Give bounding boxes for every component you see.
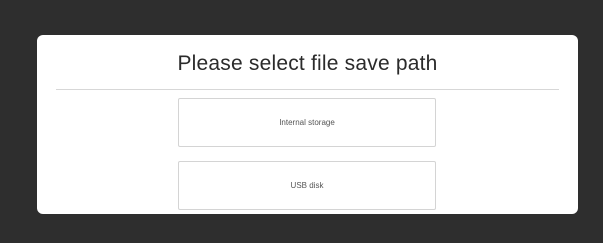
usb-disk-label: USB disk [290, 181, 324, 190]
internal-storage-label: Internal storage [279, 118, 335, 127]
save-path-dialog: Please select file save path Internal st… [37, 35, 578, 214]
internal-storage-button[interactable]: Internal storage [178, 98, 436, 147]
usb-disk-button[interactable]: USB disk [178, 161, 436, 210]
dialog-title: Please select file save path [177, 52, 438, 75]
title-divider [56, 89, 559, 90]
